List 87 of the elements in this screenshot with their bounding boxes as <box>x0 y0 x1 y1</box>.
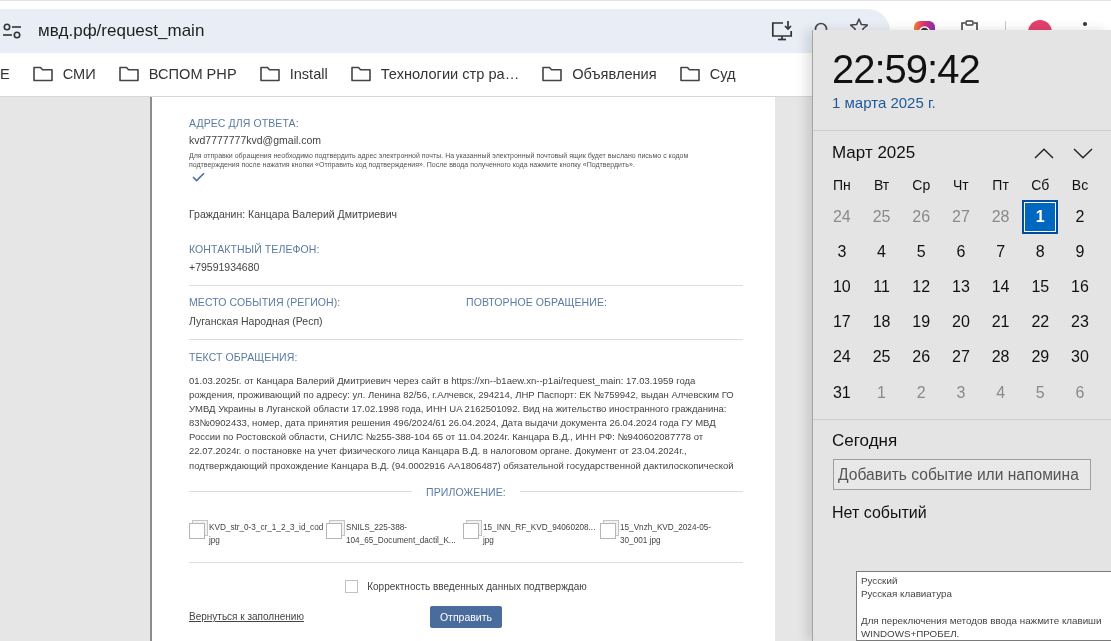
bookmark[interactable]: Install <box>259 66 328 82</box>
empty-message: Нет событий <box>832 503 927 524</box>
submit-button[interactable]: Отправить <box>429 605 503 628</box>
calendar-day[interactable]: 21 <box>982 305 1019 340</box>
field-label: ТЕКСТ ОБРАЩЕНИЯ: <box>189 350 299 364</box>
tooltip-text: Для переключения методов ввода нажмите клавиши WINDOWS+ПРОБЕЛ. <box>861 613 1103 641</box>
section-heading: Сегодня <box>832 430 898 453</box>
clipboard-icon[interactable] <box>961 20 978 31</box>
folder-icon <box>679 66 700 82</box>
chevron-up-icon[interactable] <box>1034 147 1054 159</box>
calendar-day[interactable]: 28 <box>982 340 1019 375</box>
star-icon[interactable] <box>850 18 868 31</box>
calendar-day[interactable]: 7 <box>982 234 1019 269</box>
section-label: ПРИЛОЖЕНИЕ: <box>426 484 506 499</box>
calendar-day[interactable]: 19 <box>903 305 940 340</box>
address-bar[interactable]: мвд.рф/request_main <box>0 9 890 53</box>
calendar-day[interactable]: 13 <box>942 269 979 304</box>
checkbox[interactable] <box>345 580 359 594</box>
field-label: АДРЕС ДЛЯ ОТВЕТА: <box>189 116 300 130</box>
site-settings-icon[interactable] <box>3 23 21 39</box>
calendar-day[interactable]: 4 <box>863 234 900 269</box>
field-label: ПОВТОРНОЕ ОБРАЩЕНИЕ: <box>466 295 609 309</box>
calendar-day[interactable]: 1 <box>1022 199 1059 234</box>
calendar-day[interactable]: 27 <box>942 340 979 375</box>
field-value: kvd7777777kvd@gmail.com <box>189 133 323 147</box>
weekday-label: Вт <box>873 176 890 194</box>
calendar-day[interactable]: 16 <box>1061 269 1098 304</box>
date-link[interactable]: 1 марта 2025 г. <box>832 93 936 113</box>
tooltip-text: Русская клавиатура <box>861 587 952 601</box>
folder-icon <box>32 66 53 82</box>
folder-icon <box>350 66 371 82</box>
calendar-day[interactable]: 30 <box>1061 340 1098 375</box>
event-input[interactable]: Добавить событие или напомина <box>833 459 1091 491</box>
calendar-day[interactable]: 22 <box>1022 305 1059 340</box>
calendar-day[interactable]: 23 <box>1061 305 1098 340</box>
bookmark[interactable]: Технологии стр ра… <box>350 66 520 82</box>
weekday-label: Вс <box>1071 176 1089 194</box>
folder-icon <box>259 66 280 82</box>
message-text: 01.03.2025г. от Канцара Валерий Дмитриевич через сайт в https://xn--b1aew.xn--p1ai/request_main: 17.03.1959 года рождения, проживающий по адресу: ул. Ленина 82/56, г.Алчевск, 294214, ЛНР Паспорт: ЕК №759942, выдан Алчевским ГО УМВД Украины в Луганской области 17.02.1998 года, ИНН UA 2162501092. Вид на жительство иностранного гражданина: 83№0902433, номер, дата принятия решения 496/2024/61 26.04.2024, Дата выдачи документа 26.04.2024 года ГУ МВД России по Ростовской области, СНИЛС №255-388-104 65 от 11.04.2024г. Канцара В.Д., ИНН РФ: №940602087778 от 22.07.2024г. о постановке на учет физического лица Канцара В.Д. в налоговом органе. Документ от 23.04.2024г., подтверждающий прохождение Канцара В.Д. (94.0002916 АА1806487) обязательной государственной дактилоскопической <box>189 374 735 473</box>
menu-icon[interactable] <box>1083 22 1087 26</box>
calendar-day[interactable]: 6 <box>942 234 979 269</box>
bookmark[interactable]: СМИ <box>32 66 96 82</box>
calendar-day[interactable]: 18 <box>863 305 900 340</box>
calendar-day[interactable]: 29 <box>1022 340 1059 375</box>
bookmark[interactable]: Суд <box>679 66 736 82</box>
calendar-day[interactable]: 8 <box>1022 234 1059 269</box>
back-link[interactable]: Вернуться к заполнению <box>189 611 304 623</box>
calendar-day[interactable]: 9 <box>1061 234 1098 269</box>
field-label: МЕСТО СОБЫТИЯ (РЕГИОН): <box>189 295 342 309</box>
calendar-day[interactable]: 17 <box>823 305 860 340</box>
file-name[interactable]: SNILS_225-388- 104_65_Document_dactil_K... <box>346 520 456 547</box>
tooltip-text: Русский <box>861 574 898 588</box>
calendar-day[interactable]: 31 <box>823 375 860 410</box>
calendar-day[interactable]: 20 <box>942 305 979 340</box>
calendar-day[interactable]: 25 <box>863 340 900 375</box>
citizen-name: Гражданин: Канцара Валерий Дмитриевич <box>189 207 399 221</box>
file-name[interactable]: KVD_str_0-3_cr_1_2_3_id_cod jpg <box>209 520 324 547</box>
calendar-day[interactable]: 14 <box>982 269 1019 304</box>
calendar-day[interactable]: 2 <box>1061 199 1098 234</box>
weekday-label: Чт <box>953 176 969 194</box>
calendar-day[interactable]: 15 <box>1022 269 1059 304</box>
bookmark[interactable]: Е <box>0 66 10 82</box>
bookmark[interactable]: ВСПОМ PHP <box>118 66 237 82</box>
file-name[interactable]: 15_INN_RF_KVD_94060208... jpg <box>483 520 596 547</box>
weekday-label: Сб <box>1031 176 1050 194</box>
calendar-day[interactable]: 3 <box>823 234 860 269</box>
checkbox-label[interactable]: Корректность введенных данных подтверждаю <box>367 579 587 594</box>
calendar-day[interactable]: 26 <box>903 340 940 375</box>
folder-icon <box>118 66 139 82</box>
month-title: Март 2025 <box>832 143 916 163</box>
calendar-day[interactable]: 24 <box>823 340 860 375</box>
calendar-day[interactable]: 10 <box>823 269 860 304</box>
weekday-label: Пт <box>992 176 1009 194</box>
calendar-day[interactable]: 12 <box>903 269 940 304</box>
bookmark[interactable]: Объявления <box>542 66 657 82</box>
field-label: КОНТАКТНЫЙ ТЕЛЕФОН: <box>189 242 321 256</box>
monitor-download-icon[interactable] <box>771 21 793 41</box>
field-value: Луганская Народная (Респ) <box>189 314 324 328</box>
calendar-day[interactable]: 5 <box>903 234 940 269</box>
folder-icon <box>542 66 563 82</box>
field-value: +79591934680 <box>189 260 261 274</box>
calendar-day[interactable]: 11 <box>863 269 900 304</box>
weekday-label: Ср <box>912 176 931 194</box>
zoom-icon[interactable] <box>814 21 828 31</box>
file-name[interactable]: 15_Vnzh_KVD_2024-05- 30_001 jpg <box>620 520 712 547</box>
chevron-down-icon[interactable] <box>1073 147 1093 159</box>
weekday-label: Пн <box>832 176 851 194</box>
